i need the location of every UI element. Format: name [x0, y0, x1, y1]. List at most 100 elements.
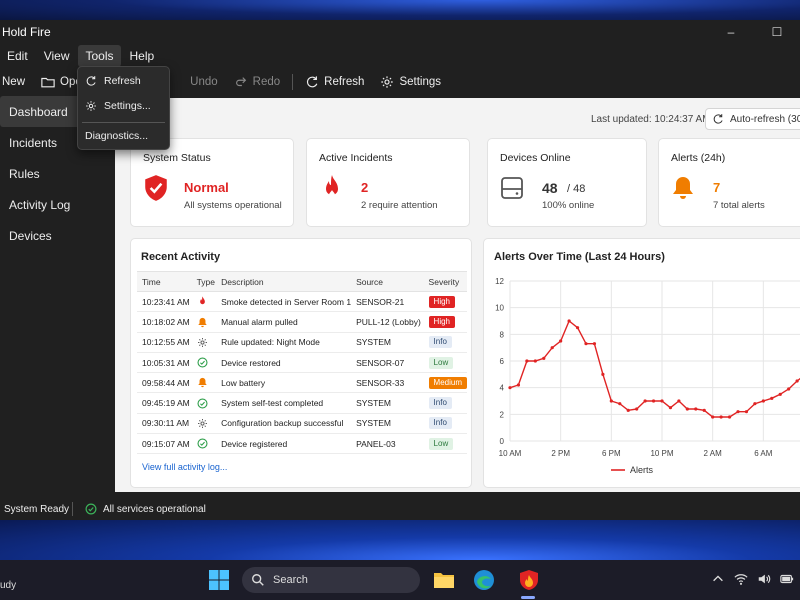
cell-source: SYSTEM [351, 392, 424, 414]
menu-help[interactable]: Help [123, 45, 162, 67]
table-row[interactable]: 09:30:11 AM Configuration backup successf… [137, 413, 467, 435]
cell-severity: Low [423, 352, 467, 374]
data-point [635, 407, 639, 411]
taskbar: udy Search [0, 560, 800, 600]
table-row[interactable]: 10:18:02 AM Manual alarm pulled PULL-12 (L… [137, 311, 467, 333]
data-point [601, 372, 605, 376]
maximize-button[interactable]: ☐ [754, 20, 800, 44]
cell-description: Device restored [216, 352, 352, 374]
menu-view[interactable]: View [37, 45, 77, 67]
data-point [727, 415, 732, 419]
data-point [778, 392, 782, 396]
redo-button[interactable]: Redo [226, 69, 289, 95]
check-circle-icon [197, 438, 208, 449]
cell-severity: Info [423, 332, 467, 353]
taskbar-search[interactable]: Search [242, 567, 420, 593]
devices-online-total: / 48 [567, 183, 586, 195]
toolbar-separator [292, 74, 294, 90]
data-point [787, 387, 791, 391]
refresh-button[interactable]: Refresh [297, 69, 372, 95]
cell-time: 09:15:07 AM [137, 433, 192, 455]
data-point [626, 408, 630, 412]
table-row[interactable]: 09:15:07 AM Device registered PANEL-03 Low [137, 433, 467, 455]
active-incidents-sub: 2 require attention [361, 200, 438, 211]
wifi-icon[interactable] [734, 572, 748, 586]
cell-type [191, 332, 217, 353]
system-status-sub: All systems operational [184, 200, 282, 211]
cell-time: 10:05:31 AM [137, 352, 192, 374]
undo-button[interactable]: Undo [182, 69, 226, 95]
dashboard-content: Last updated: 10:24:37 AM Auto-refresh (… [115, 98, 800, 492]
data-point [542, 356, 546, 360]
table-row[interactable]: 09:45:19 AM System self-test completed SYS… [137, 392, 467, 414]
minimize-button[interactable]: – [708, 20, 754, 44]
menu-item-refresh[interactable]: Refresh [78, 70, 169, 92]
data-point [550, 346, 554, 350]
cell-time: 09:58:44 AM [137, 372, 192, 394]
settings-button[interactable]: Settings [372, 69, 449, 95]
table-row[interactable]: 09:58:44 AM Low battery SENSOR-33 Medium [137, 372, 467, 394]
table-row[interactable]: 10:05:31 AM Device restored SENSOR-07 Low [137, 352, 467, 374]
cell-description: Rule updated: Night Mode [216, 332, 352, 353]
speaker-icon[interactable] [757, 572, 771, 586]
severity-badge: Info [428, 397, 452, 410]
column-header[interactable]: Severity [423, 271, 467, 292]
recent-activity-panel: Recent Activity Time Type Description So… [130, 238, 472, 488]
system-status-value: Normal [184, 180, 229, 195]
file-explorer-icon[interactable] [433, 569, 455, 591]
cell-description: Device registered [216, 433, 352, 455]
chevron-up-icon[interactable] [711, 572, 725, 586]
table-row[interactable]: 10:23:41 AM Smoke detected in Server Room… [137, 291, 467, 313]
table-row[interactable]: 10:12:55 AM Rule updated: Night Mode SYSTE… [137, 332, 467, 353]
severity-badge: Low [428, 356, 454, 369]
windows-start-icon[interactable] [208, 569, 230, 591]
cell-source: SENSOR-33 [351, 372, 424, 394]
sidebar: Dashboard Incidents Rules Activity Log D… [0, 96, 115, 492]
severity-badge: Info [428, 417, 452, 430]
bell-icon [197, 317, 207, 327]
redo-label: Redo [252, 76, 281, 88]
severity-badge: High [428, 295, 455, 308]
data-point [736, 410, 740, 414]
new-button[interactable]: New [0, 69, 33, 95]
battery-icon[interactable] [780, 572, 794, 586]
auto-refresh-button[interactable]: Auto-refresh (30s) [705, 108, 800, 130]
undo-label: Undo [190, 76, 218, 88]
menu-item-label: Refresh [104, 75, 141, 87]
card-title: Alerts (24h) [671, 152, 726, 164]
edge-browser-icon[interactable] [473, 569, 495, 591]
taskbar-weather-text: udy [0, 580, 17, 591]
sidebar-item-activity-log[interactable]: Activity Log [0, 189, 115, 220]
series-line-alerts [509, 319, 800, 418]
bell-icon [673, 177, 693, 199]
menu-item-settings[interactable]: Settings... [78, 95, 169, 117]
recent-activity-title: Recent Activity [141, 251, 221, 263]
cell-type [191, 311, 217, 333]
data-point [744, 410, 749, 414]
active-incidents-value: 2 [361, 180, 369, 195]
menu-separator [82, 122, 165, 123]
menu-item-diagnostics[interactable]: Diagnostics... [78, 125, 169, 147]
y-tick-label: 2 [500, 410, 505, 419]
gear-icon [197, 419, 207, 429]
menu-tools[interactable]: Tools [78, 45, 121, 67]
data-point [584, 342, 588, 346]
cell-type [191, 413, 217, 435]
gear-icon [381, 76, 394, 88]
data-point [702, 408, 706, 412]
cell-description: Low battery [216, 372, 352, 394]
data-point [643, 399, 647, 403]
menu-edit[interactable]: Edit [0, 45, 35, 67]
column-header[interactable]: Time [137, 271, 192, 292]
data-point [609, 399, 613, 403]
column-header[interactable]: Type [191, 271, 217, 292]
view-full-log-link[interactable]: View full activity log... [142, 462, 227, 472]
sidebar-item-devices[interactable]: Devices [0, 220, 115, 251]
data-point [761, 399, 765, 403]
data-point [567, 319, 571, 323]
hold-fire-app-icon[interactable] [518, 569, 540, 591]
sidebar-item-rules[interactable]: Rules [0, 158, 115, 189]
status-separator [72, 502, 73, 516]
column-header[interactable]: Source [351, 271, 424, 292]
column-header[interactable]: Description [216, 271, 352, 292]
